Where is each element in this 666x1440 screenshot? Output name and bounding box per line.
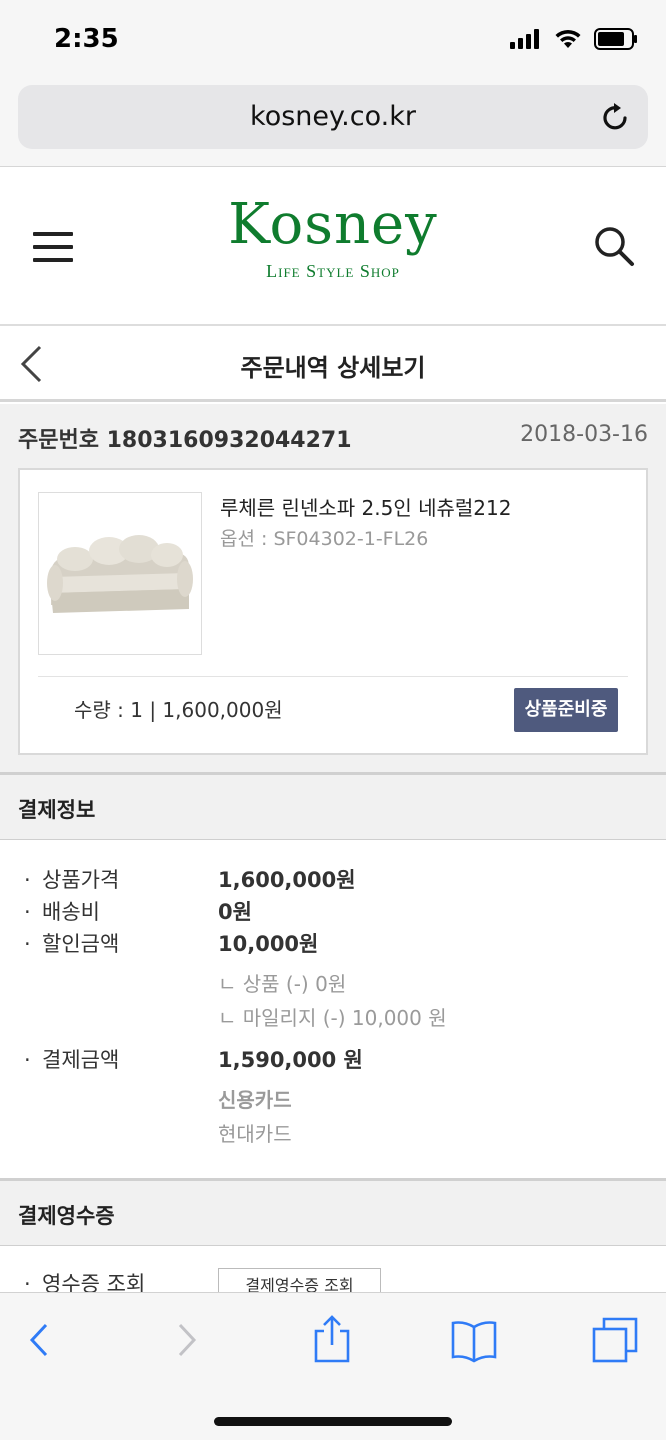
receipt-section-header: 결제영수증: [0, 1178, 666, 1246]
payment-row-value: 1,590,000 원: [218, 1048, 363, 1072]
home-indicator: [214, 1417, 452, 1426]
order-item-card: 루체른 린넨소파 2.5인 네츄럴212 옵션 : SF04302-1-FL26…: [18, 468, 648, 755]
payment-row-value: 10,000원: [218, 932, 319, 956]
payment-section-header: 결제정보: [0, 772, 666, 840]
search-icon[interactable]: [592, 224, 636, 268]
product-name[interactable]: 루체른 린넨소파 2.5인 네츄럴212: [220, 492, 511, 521]
receipt-section-title: 결제영수증: [18, 1204, 115, 1228]
product-option: 옵션 : SF04302-1-FL26: [220, 528, 429, 550]
payment-row-label: · 결제금액: [24, 1048, 120, 1072]
payment-card: 현대카드: [218, 1122, 292, 1146]
discount-detail: ㄴ 마일리지 (-) 10,000 원: [218, 1006, 447, 1030]
status-icons: [510, 28, 638, 50]
logo-sub: Life Style Shop: [266, 261, 400, 281]
bookmarks-icon[interactable]: [450, 1317, 498, 1363]
reload-icon[interactable]: [600, 101, 632, 133]
status-bar: 2:35: [0, 0, 666, 74]
page-title: 주문내역 상세보기: [240, 354, 426, 382]
discount-detail: ㄴ 상품 (-) 0원: [218, 972, 347, 996]
wifi-icon: [555, 29, 581, 48]
share-icon[interactable]: [310, 1313, 354, 1365]
forward-icon[interactable]: [164, 1317, 210, 1363]
quantity-price: 수량 : 1 | 1,600,000원: [74, 698, 283, 722]
order-block: 주문번호 1803160932044271 2018-03-16 루체른 린넨소…: [0, 404, 666, 774]
title-row: 주문내역 상세보기: [0, 326, 666, 402]
back-icon[interactable]: [18, 1317, 64, 1363]
order-number: 주문번호 1803160932044271: [18, 428, 352, 453]
payment-row-label: · 상품가격: [24, 868, 120, 892]
payment-row-value: 0원: [218, 900, 252, 924]
payment-method: 신용카드: [218, 1088, 292, 1112]
payment-row-label: · 배송비: [24, 900, 100, 924]
url-text[interactable]: kosney.co.kr: [18, 101, 648, 132]
address-bar[interactable]: kosney.co.kr: [18, 85, 648, 149]
sofa-image: [39, 493, 201, 654]
order-status-badge: 상품준비중: [514, 688, 618, 732]
payment-row-value: 1,600,000원: [218, 868, 356, 892]
status-time: 2:35: [54, 24, 119, 54]
logo[interactable]: Kosney Life Style Shop: [0, 192, 666, 282]
payment-section-title: 결제정보: [18, 798, 96, 822]
payment-row-label: · 할인금액: [24, 932, 120, 956]
product-thumbnail[interactable]: [38, 492, 202, 655]
tabs-icon[interactable]: [592, 1317, 638, 1363]
address-bar-container: kosney.co.kr: [0, 74, 666, 167]
browser-toolbar: [0, 1292, 666, 1440]
battery-icon: [594, 28, 637, 50]
logo-main: Kosney: [228, 192, 438, 257]
site-header: Kosney Life Style Shop: [0, 168, 666, 326]
payment-details: · 상품가격 1,600,000원 · 배송비 0원 · 할인금액 10,000원 ㄴ…: [0, 842, 666, 1178]
signal-icon: [510, 29, 539, 49]
order-date: 2018-03-16: [520, 422, 648, 447]
page: 2:35 kosney.co.kr Kosney Life Style Shop…: [0, 0, 666, 1440]
divider: [38, 676, 628, 677]
